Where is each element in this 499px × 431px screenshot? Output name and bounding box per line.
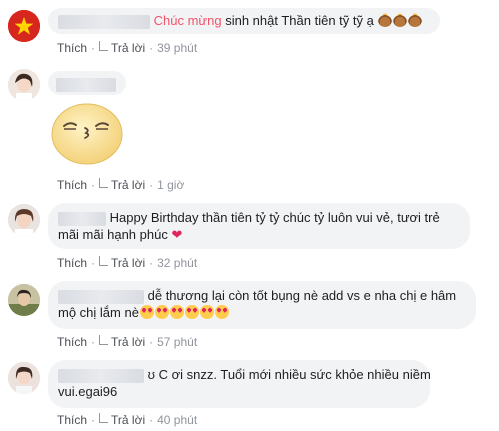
comment-bubble: ʊ C ơi snzz. Tuổi mới nhiều sức khỏe nhi… (48, 360, 431, 408)
comment-actions: Thích · Trả lời · 39 phút (57, 41, 198, 55)
timestamp[interactable]: 39 phút (157, 41, 197, 55)
reply-link[interactable]: Trả lời (111, 413, 145, 427)
like-link[interactable]: Thích (57, 178, 87, 192)
author-name[interactable] (56, 77, 116, 92)
avatar[interactable] (8, 69, 40, 101)
heart-eyes-emoji-icon (154, 305, 169, 319)
cake-emoji-icon (408, 13, 423, 27)
like-link[interactable]: Thích (57, 41, 87, 55)
comment-text-line2: mộ chị lắm nè (58, 305, 139, 320)
blushing-kiss-sticker-icon (51, 103, 123, 165)
author-name[interactable] (58, 211, 106, 226)
comment-actions: Thích · Trả lời · 57 phút (57, 335, 198, 349)
comment-5: ʊ C ơi snzz. Tuổi mới nhiều sức khỏe nhi… (0, 354, 499, 431)
timestamp[interactable]: 1 giờ (157, 178, 184, 192)
comment-actions: Thích · Trả lời · 32 phút (57, 256, 198, 270)
comment-1: Chúc mừng sinh nhật Thần tiên tỹ tỹ ạ Th… (0, 0, 499, 60)
reply-arrow-icon (99, 256, 109, 266)
reply-link[interactable]: Trả lời (111, 335, 145, 349)
comment-text-line1: Happy Birthday thần tiên tỷ tỷ chúc tỷ l… (109, 210, 440, 225)
comment-text-line2: vui.egai96 (58, 384, 118, 399)
profile-photo-icon (8, 204, 40, 236)
comment-actions: Thích · Trả lời · 1 giờ (57, 178, 185, 192)
avatar[interactable] (8, 284, 40, 316)
comment-3: Happy Birthday thần tiên tỷ tỷ chúc tỷ l… (0, 196, 499, 274)
heart-eyes-emoji-icon (184, 305, 199, 319)
comment-text-line2: mãi mãi hạnh phúc (58, 227, 168, 242)
timestamp[interactable]: 32 phút (157, 256, 197, 270)
highlight-text: Chúc mừng (153, 13, 222, 28)
profile-photo-icon (8, 284, 40, 316)
flag-avatar-icon (8, 10, 40, 42)
author-name[interactable] (58, 289, 144, 304)
heart-eyes-emoji-icon (199, 305, 214, 319)
profile-photo-icon (8, 69, 40, 101)
comment-text-line1: dễ thương lại còn tốt bụng nè add vs e n… (147, 288, 457, 303)
comment-bubble: dễ thương lại còn tốt bụng nè add vs e n… (48, 281, 476, 329)
timestamp[interactable]: 40 phút (157, 413, 197, 427)
timestamp[interactable]: 57 phút (157, 335, 197, 349)
reply-arrow-icon (99, 178, 109, 188)
like-link[interactable]: Thích (57, 335, 87, 349)
profile-photo-icon (8, 362, 40, 394)
heart-eyes-emoji-icon (214, 305, 229, 319)
comment-actions: Thích · Trả lời · 40 phút (57, 413, 198, 427)
reply-link[interactable]: Trả lời (111, 178, 145, 192)
comment-2: Thích · Trả lời · 1 giờ (0, 62, 499, 194)
like-link[interactable]: Thích (57, 413, 87, 427)
reply-link[interactable]: Trả lời (111, 256, 145, 270)
heart-icon: ❤ (171, 227, 183, 242)
cake-emoji-icon (393, 13, 408, 27)
comment-4: dễ thương lại còn tốt bụng nè add vs e n… (0, 276, 499, 352)
reply-arrow-icon (99, 335, 109, 345)
cake-emoji-icon (378, 13, 393, 27)
like-link[interactable]: Thích (57, 256, 87, 270)
comment-bubble: Happy Birthday thần tiên tỷ tỷ chúc tỷ l… (48, 203, 470, 249)
author-name-bubble (48, 71, 126, 95)
avatar[interactable] (8, 10, 40, 42)
reply-arrow-icon (99, 413, 109, 423)
comment-bubble: Chúc mừng sinh nhật Thần tiên tỹ tỹ ạ (48, 8, 440, 34)
author-name[interactable] (58, 368, 144, 383)
comment-text: sinh nhật Thần tiên tỹ tỹ ạ (225, 13, 374, 28)
heart-eyes-emoji-icon (169, 305, 184, 319)
avatar[interactable] (8, 204, 40, 236)
reply-arrow-icon (99, 41, 109, 51)
blushing-kiss-sticker (50, 102, 124, 166)
reply-link[interactable]: Trả lời (111, 41, 145, 55)
author-name[interactable] (58, 14, 150, 29)
comment-text-line1: ʊ C ơi snzz. Tuổi mới nhiều sức khỏe nhi… (147, 367, 431, 382)
heart-eyes-emoji-icon (139, 305, 154, 319)
avatar[interactable] (8, 362, 40, 394)
